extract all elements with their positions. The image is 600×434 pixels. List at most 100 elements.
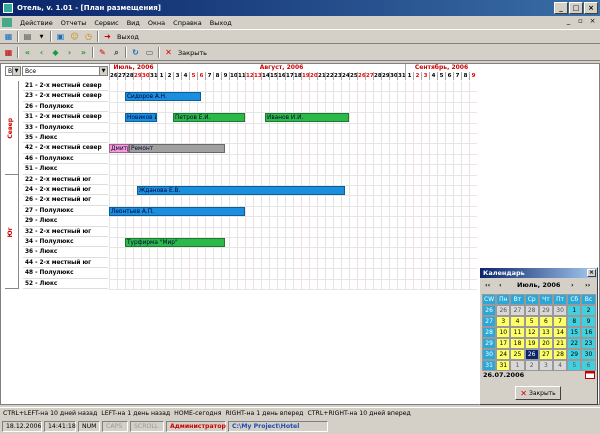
calendar-day[interactable]: 7 — [553, 316, 568, 327]
calendar-day[interactable]: 19 — [524, 338, 539, 349]
booking-bar[interactable]: Новиков И.В. — [125, 112, 157, 122]
calendar-day[interactable]: 3 — [538, 360, 553, 371]
day-header[interactable]: 26 — [109, 72, 118, 80]
menu-view[interactable]: Вид — [123, 19, 144, 27]
calendar-day[interactable]: 20 — [538, 338, 553, 349]
exit-icon[interactable]: ➜ — [102, 31, 113, 42]
calendar-day[interactable]: 14 — [553, 327, 568, 338]
day-header[interactable]: 12 — [245, 72, 254, 80]
room-row-label[interactable]: 31 - 2-х местный север — [23, 112, 108, 123]
day-header[interactable]: 10 — [229, 72, 238, 80]
forward-10-icon[interactable]: » — [78, 47, 89, 58]
day-header[interactable]: 31 — [149, 72, 158, 80]
calendar-day[interactable]: 21 — [553, 338, 568, 349]
day-header[interactable]: 6 — [445, 72, 453, 80]
room-row-label[interactable]: 32 - 2-х местный юг — [23, 227, 108, 237]
calendar-day[interactable]: 27 — [538, 349, 553, 360]
day-header[interactable]: 30 — [141, 72, 150, 80]
calendar-day[interactable]: 25 — [510, 349, 525, 360]
room-row-label[interactable]: 44 - 2-х местный юг — [23, 258, 108, 269]
day-header[interactable]: 9 — [469, 72, 477, 80]
day-header[interactable]: 3 — [421, 72, 429, 80]
clock-icon[interactable]: ◷ — [83, 31, 94, 42]
prev-month-button[interactable]: ‹ — [499, 281, 502, 289]
mdi-child-icon[interactable] — [2, 18, 12, 27]
calendar-day[interactable]: 2 — [581, 305, 596, 316]
calendar-day[interactable]: 5 — [524, 316, 539, 327]
room-row-label[interactable]: 33 - Полулюкс — [23, 123, 108, 133]
day-header[interactable]: 21 — [317, 72, 326, 80]
calendar-day[interactable]: 17 — [496, 338, 511, 349]
room-row-label[interactable]: 36 - Люкс — [23, 247, 108, 258]
day-header[interactable]: 9 — [221, 72, 229, 80]
mdi-close-button[interactable]: × — [587, 17, 598, 27]
pencil-icon[interactable]: ✎ — [97, 47, 108, 58]
day-header[interactable]: 11 — [237, 72, 246, 80]
close-icon[interactable]: ✕ — [163, 47, 174, 58]
calendar-day[interactable]: 1 — [567, 305, 582, 316]
person-icon[interactable]: ☺ — [69, 31, 80, 42]
day-header[interactable]: 27 — [117, 72, 126, 80]
calendar-day[interactable]: 5 — [567, 360, 582, 371]
calendar-day[interactable]: 18 — [510, 338, 525, 349]
menu-help[interactable]: Справка — [169, 19, 206, 27]
day-header[interactable]: 7 — [453, 72, 461, 80]
day-header[interactable]: 5 — [437, 72, 445, 80]
day-header[interactable]: 1 — [405, 72, 413, 80]
room-row-label[interactable]: 46 - Полулюкс — [23, 154, 108, 165]
day-header[interactable]: 8 — [213, 72, 221, 80]
calendar-day[interactable]: 16 — [581, 327, 596, 338]
booking-bar[interactable]: Ремонт — [129, 144, 225, 154]
day-header[interactable]: 19 — [301, 72, 310, 80]
mdi-restore-button[interactable]: ▫ — [575, 17, 586, 27]
room-row-label[interactable]: 48 - Полулюкс — [23, 268, 108, 279]
close-label[interactable]: Закрыть — [178, 49, 207, 57]
printer-icon[interactable]: ▭ — [144, 47, 155, 58]
chevron-down-icon[interactable]: ▼ — [12, 67, 20, 75]
room-row-label[interactable]: 26 - 2-х местный юг — [23, 195, 108, 206]
calendar-day[interactable]: 4 — [510, 316, 525, 327]
calendar-day[interactable]: 9 — [581, 316, 596, 327]
day-header[interactable]: 6 — [197, 72, 205, 80]
room-row-label[interactable]: 51 - Люкс — [23, 164, 108, 175]
day-header[interactable]: 8 — [461, 72, 469, 80]
calendar-day[interactable]: 28 — [524, 305, 539, 316]
prev-year-button[interactable]: ‹‹ — [485, 281, 490, 289]
calendar-day[interactable]: 15 — [567, 327, 582, 338]
mdi-minimize-button[interactable]: _ — [563, 17, 574, 27]
calendar-day[interactable]: 3 — [496, 316, 511, 327]
maximize-button[interactable]: □ — [569, 2, 583, 14]
back-1-icon[interactable]: ‹ — [36, 47, 47, 58]
calendar-day[interactable]: 13 — [538, 327, 553, 338]
calendar-day[interactable]: 4 — [553, 360, 568, 371]
next-month-button[interactable]: › — [571, 281, 574, 289]
refresh-icon[interactable]: ↻ — [130, 47, 141, 58]
grid-icon[interactable]: ▦ — [3, 31, 14, 42]
day-header[interactable]: 29 — [133, 72, 142, 80]
window-icon[interactable]: ▣ — [55, 31, 66, 42]
day-header[interactable]: 1 — [157, 72, 165, 80]
day-header[interactable]: 23 — [333, 72, 342, 80]
calendar-day[interactable]: 8 — [567, 316, 582, 327]
day-header[interactable]: 3 — [173, 72, 181, 80]
day-header[interactable]: 26 — [357, 72, 366, 80]
room-row-label[interactable]: 21 - 2-х местный север — [23, 81, 108, 92]
calendar-day[interactable]: 30 — [553, 305, 568, 316]
menu-exit[interactable]: Выход — [206, 19, 236, 27]
calendar-mini-icon[interactable] — [585, 370, 595, 379]
day-header[interactable]: 4 — [429, 72, 437, 80]
day-header[interactable]: 30 — [389, 72, 398, 80]
calendar-day[interactable]: 12 — [524, 327, 539, 338]
day-header[interactable]: 31 — [397, 72, 406, 80]
booking-bar[interactable]: Жданова Е.В. — [137, 185, 345, 195]
calendar-day[interactable]: 6 — [538, 316, 553, 327]
day-header[interactable]: 7 — [205, 72, 213, 80]
day-header[interactable]: 4 — [181, 72, 189, 80]
chevron-down-icon[interactable]: ▼ — [36, 31, 47, 42]
today-icon[interactable]: ◆ — [50, 47, 61, 58]
room-row-label[interactable]: 27 - Полулюкс — [23, 206, 108, 217]
calendar-day[interactable]: 27 — [510, 305, 525, 316]
day-header[interactable]: 17 — [285, 72, 294, 80]
calendar-day[interactable]: 10 — [496, 327, 511, 338]
calendar-day[interactable]: 28 — [553, 349, 568, 360]
